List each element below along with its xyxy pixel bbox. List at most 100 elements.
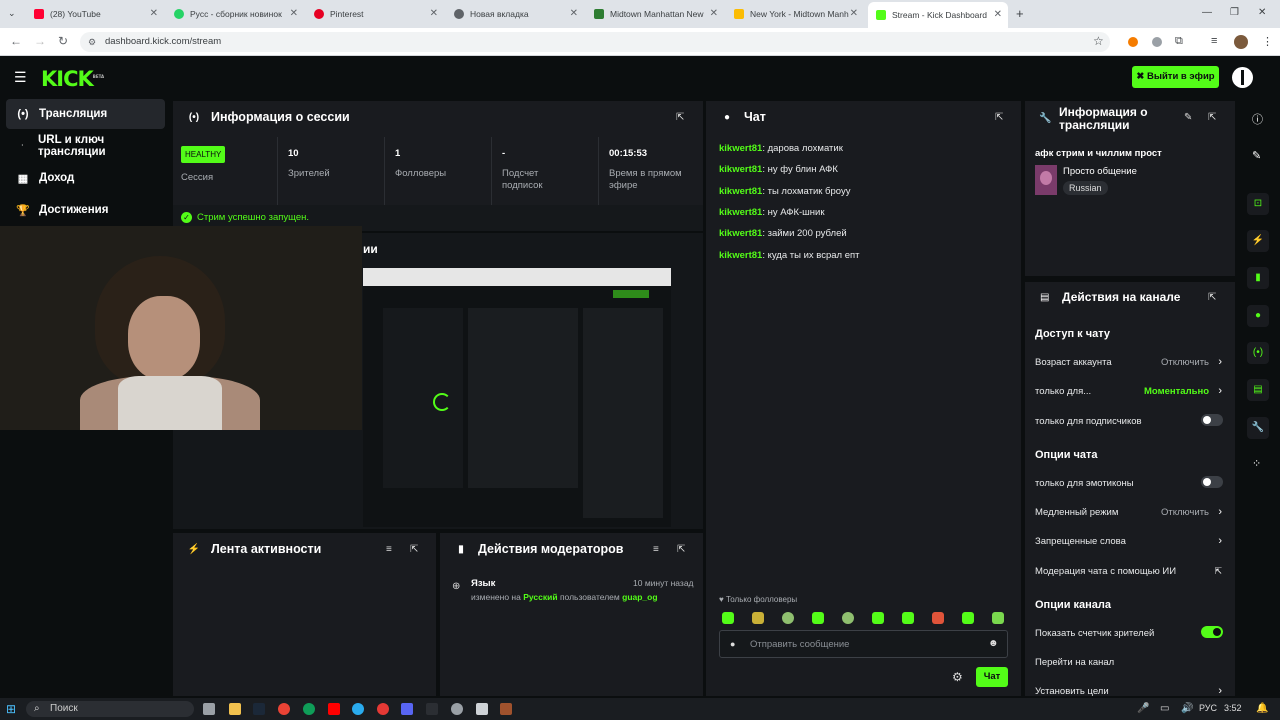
chat-username[interactable]: kikwert81 <box>719 143 762 154</box>
filter-icon[interactable]: ≡ <box>386 544 392 555</box>
kick-logo[interactable]: KICKBETA <box>41 67 104 91</box>
close-tab-icon[interactable]: ✕ <box>570 8 578 19</box>
emote-icon[interactable] <box>872 612 884 624</box>
reload-icon[interactable]: ↻ <box>58 34 68 48</box>
chat-username[interactable]: kikwert81 <box>719 186 762 197</box>
show-viewers-row[interactable]: Показать счетчик зрителей <box>1035 626 1225 639</box>
extensions-puzzle-icon[interactable]: ⧉ <box>1175 35 1183 48</box>
chat-username[interactable]: kikwert81 <box>719 228 762 239</box>
channel-actions-icon[interactable]: ▤ <box>1247 379 1269 401</box>
filter-icon[interactable]: ≡ <box>653 544 659 555</box>
gear-icon[interactable]: ⚙ <box>952 670 963 684</box>
task-view-icon[interactable] <box>203 703 215 715</box>
emote-icon[interactable] <box>842 612 854 624</box>
emote-icon[interactable] <box>992 612 1004 624</box>
url-field[interactable]: ⚙ dashboard.kick.com/stream <box>80 32 1110 52</box>
close-window-icon[interactable]: ✕ <box>1258 7 1266 18</box>
close-tab-icon[interactable]: ✕ <box>430 8 438 19</box>
emotes-only-toggle[interactable] <box>1201 476 1223 488</box>
followers-only-row[interactable]: только для... Моментально › <box>1035 385 1225 397</box>
more-menu-icon[interactable]: ⋮ <box>1262 35 1273 48</box>
chat-input[interactable]: ● Отправить сообщение ☻ <box>719 630 1008 658</box>
close-tab-icon[interactable]: ✕ <box>850 8 858 19</box>
apps-icon[interactable]: ⁘ <box>1252 457 1261 470</box>
banned-words-row[interactable]: Запрещенные слова › <box>1035 535 1225 547</box>
user-avatar[interactable] <box>1232 67 1253 88</box>
emotes-only-row[interactable]: только для эмотиконы <box>1035 476 1225 489</box>
emote-icon[interactable] <box>932 612 944 624</box>
tab-russ[interactable]: Русс - сборник новинок ✕ <box>166 4 304 24</box>
emote-icon[interactable] <box>782 612 794 624</box>
tab-new[interactable]: Новая вкладка ✕ <box>446 4 584 24</box>
bookmark-star-icon[interactable]: ☆ <box>1093 34 1104 48</box>
chat-bubble-icon[interactable]: ● <box>1247 305 1269 327</box>
tab-kick[interactable]: Stream - Kick Dashboard ✕ <box>868 2 1008 28</box>
mod-username-link[interactable]: guap_og <box>622 592 657 602</box>
sidebar-item-income[interactable]: ▦ Доход <box>6 163 165 193</box>
reading-list-icon[interactable]: ≡ <box>1211 35 1217 47</box>
profile-avatar[interactable] <box>1234 35 1248 49</box>
edit-pencil-icon[interactable]: ✎ <box>1252 149 1261 162</box>
back-icon[interactable]: ← <box>10 34 22 48</box>
popout-icon[interactable]: ⇱ <box>410 544 418 555</box>
taskbar-search[interactable]: ⌕ Поиск <box>26 701 194 717</box>
lightning-icon[interactable]: ⚡ <box>1247 230 1269 252</box>
app-icon[interactable] <box>451 703 463 715</box>
maximize-icon[interactable]: ❐ <box>1230 7 1239 18</box>
sidebar-item-broadcast[interactable]: (•) Трансляция <box>6 99 165 129</box>
broadcast-icon[interactable]: (•) <box>1247 342 1269 364</box>
slow-mode-row[interactable]: Медленный режим Отключить › <box>1035 506 1225 518</box>
popout-icon[interactable]: ⇱ <box>995 112 1003 123</box>
notifications-icon[interactable]: 🔔 <box>1256 703 1268 714</box>
account-age-row[interactable]: Возраст аккаунта Отключить › <box>1035 356 1225 368</box>
show-viewers-toggle[interactable] <box>1201 626 1223 638</box>
close-tab-icon[interactable]: ✕ <box>150 8 158 19</box>
emote-icon[interactable] <box>902 612 914 624</box>
subscribers-only-row[interactable]: только для подписчиков <box>1035 414 1225 427</box>
go-to-channel-row[interactable]: Перейти на канал <box>1035 657 1225 668</box>
settings-icon[interactable] <box>476 703 488 715</box>
volume-icon[interactable]: 🔊 <box>1181 703 1193 714</box>
windows-start-icon[interactable]: ⊞ <box>6 702 16 716</box>
stream-preview-video[interactable] <box>363 268 671 527</box>
emote-icon[interactable] <box>722 612 734 624</box>
steam-icon[interactable] <box>253 703 265 715</box>
discord-icon[interactable] <box>401 703 413 715</box>
shield-icon[interactable]: ▮ <box>1247 267 1269 289</box>
close-tab-icon[interactable]: ✕ <box>994 9 1002 20</box>
emote-icon[interactable] <box>812 612 824 624</box>
language-indicator[interactable]: РУС <box>1199 703 1217 713</box>
forward-icon[interactable]: → <box>34 34 46 48</box>
stream-category[interactable]: Просто общение <box>1063 166 1137 177</box>
emote-icon[interactable] <box>752 612 764 624</box>
extension-icon[interactable] <box>1128 37 1138 47</box>
go-live-button[interactable]: ✖ Выйти в эфир <box>1132 66 1219 88</box>
info-icon[interactable]: ⓘ <box>1252 111 1263 127</box>
popout-icon[interactable]: ⇱ <box>677 544 685 555</box>
edge-icon[interactable] <box>303 703 315 715</box>
tab-list-icon[interactable]: ⌄ <box>8 8 16 19</box>
minimize-icon[interactable]: — <box>1202 7 1212 18</box>
network-icon[interactable]: ▭ <box>1160 703 1169 714</box>
chat-send-button[interactable]: Чат <box>976 667 1008 687</box>
emoji-icon[interactable]: ☻ <box>988 638 999 649</box>
chat-username[interactable]: kikwert81 <box>719 164 762 175</box>
youtube-icon[interactable] <box>328 703 340 715</box>
ai-moderation-row[interactable]: Модерация чата с помощью ИИ ⇱ <box>1035 566 1225 577</box>
set-goals-row[interactable]: Установить цели › <box>1035 686 1225 696</box>
microphone-icon[interactable]: 🎤 <box>1137 703 1149 714</box>
telegram-icon[interactable] <box>352 703 364 715</box>
chat-username[interactable]: kikwert81 <box>719 207 762 218</box>
tab-midtown-2[interactable]: New York - Midtown Manh ✕ <box>726 4 864 24</box>
sidebar-item-achievements[interactable]: 🏆 Достижения <box>6 195 165 225</box>
terminal-icon[interactable] <box>426 703 438 715</box>
chat-settings-icon[interactable]: ● <box>730 639 735 649</box>
opera-icon[interactable] <box>377 703 389 715</box>
site-info-icon[interactable]: ⚙ <box>88 32 96 52</box>
tab-pinterest[interactable]: Pinterest ✕ <box>306 4 444 24</box>
new-tab-icon[interactable]: + <box>1016 6 1024 21</box>
sidebar-item-url-key[interactable]: · URL и ключ трансляции <box>6 131 165 161</box>
chat-username[interactable]: kikwert81 <box>719 250 762 261</box>
chrome-icon[interactable] <box>278 703 290 715</box>
subscribers-only-toggle[interactable] <box>1201 414 1223 426</box>
